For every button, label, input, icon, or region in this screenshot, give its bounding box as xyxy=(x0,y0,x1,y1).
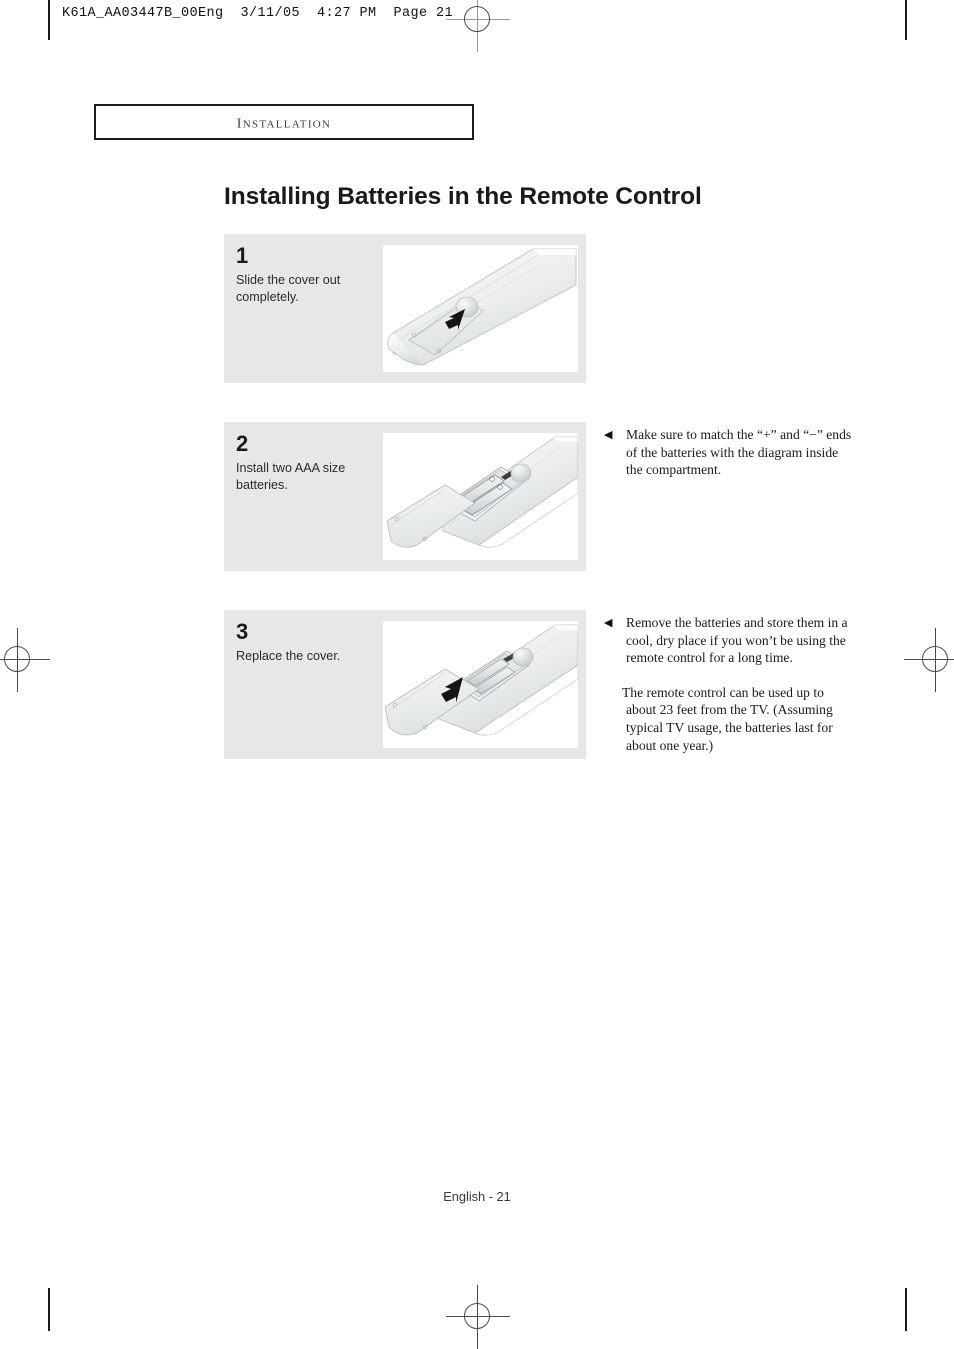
registration-mark-left xyxy=(0,628,50,692)
registration-mark-right xyxy=(904,628,954,692)
triangle-bullet-icon: ◀ xyxy=(604,617,613,629)
page-footer: English - 21 xyxy=(443,1189,511,1204)
crop-mark-bottom-left xyxy=(48,1288,50,1331)
side-note-3-extra-text: The remote control can be used up to abo… xyxy=(622,684,833,753)
step-1-text: 1 Slide the cover out completely. xyxy=(236,242,376,305)
step-2-text: 2 Install two AAA size batteries. xyxy=(236,430,376,493)
side-note-batteries-polarity: ◀ Make sure to match the “+” and “−” end… xyxy=(604,426,854,479)
step-1-number: 1 xyxy=(236,243,249,268)
side-note-3-text: Remove the batteries and store them in a… xyxy=(626,615,848,666)
chapter-label: INSTALLATION xyxy=(236,110,332,133)
registration-mark-top xyxy=(446,0,510,52)
step-panel-2: 2 Install two AAA size batteries. xyxy=(224,422,586,571)
registration-mark-bottom xyxy=(446,1285,510,1349)
page-title: Installing Batteries in the Remote Contr… xyxy=(224,183,702,210)
crop-mark-top-left xyxy=(48,0,50,40)
remote-cover-replace-illustration xyxy=(383,621,578,748)
step-2-number: 2 xyxy=(236,431,249,456)
side-note-2-text: Make sure to match the “+” and “−” ends … xyxy=(626,427,852,478)
triangle-bullet-icon: ◀ xyxy=(604,429,613,441)
step-2-description: Install two AAA size batteries. xyxy=(236,461,346,492)
side-note-battery-storage: ◀ Remove the batteries and store them in… xyxy=(604,614,854,754)
remote-batteries-install-illustration xyxy=(383,433,578,560)
remote-cover-slide-illustration xyxy=(383,245,578,372)
step-panel-1: 1 Slide the cover out completely. xyxy=(224,234,586,383)
step-panel-3: 3 Replace the cover. xyxy=(224,610,586,759)
crop-mark-bottom-right xyxy=(905,1288,907,1331)
crop-mark-top-right xyxy=(905,0,907,40)
chapter-header-box: INSTALLATION xyxy=(94,104,474,140)
step-1-description: Slide the cover out completely. xyxy=(236,273,341,304)
step-3-description: Replace the cover. xyxy=(236,649,341,663)
step-3-text: 3 Replace the cover. xyxy=(236,618,376,665)
print-header-text: K61A_AA03447B_00Eng 3/11/05 4:27 PM Page… xyxy=(62,6,454,21)
step-3-number: 3 xyxy=(236,619,249,644)
